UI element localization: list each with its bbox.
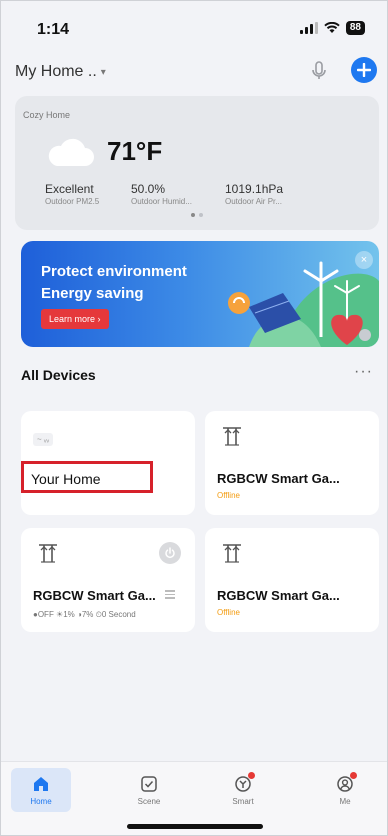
promo-banner[interactable]: Protect environment Energy saving Learn … xyxy=(21,241,379,347)
tab-label: Scene xyxy=(137,796,161,806)
home-selector[interactable]: My Home .. ▾ xyxy=(15,63,106,81)
menu-icon[interactable] xyxy=(165,590,175,601)
device-name: RGBCW Smart Ga... xyxy=(33,588,156,603)
smart-icon xyxy=(234,771,255,793)
pm25-label: Outdoor PM2.5 xyxy=(45,197,100,206)
garden-light-icon xyxy=(223,544,241,563)
power-icon xyxy=(165,547,175,559)
garden-light-icon xyxy=(39,544,57,563)
notification-badge xyxy=(350,771,357,779)
home-name: My Home .. xyxy=(15,63,97,80)
battery-icon: 88 xyxy=(345,21,365,35)
banner-subtitle: Energy saving xyxy=(41,285,144,302)
device-thumbnail-icon: ~ ᵥᵥ xyxy=(33,433,54,446)
pressure-value: 1019.1hPa xyxy=(225,182,284,196)
scene-icon xyxy=(141,775,157,792)
more-options-icon[interactable]: ··· xyxy=(354,363,373,381)
status-time: 1:14 xyxy=(37,21,70,38)
device-card-rgbcw-3[interactable]: RGBCW Smart Ga... Offline xyxy=(205,528,379,632)
device-card-rgbcw-2[interactable]: RGBCW Smart Ga... ●OFF ☀1% ◑7% ⏲0 Second xyxy=(21,528,195,632)
notification-badge xyxy=(248,771,255,779)
tab-label: Home xyxy=(30,796,52,806)
weather-card[interactable]: Cozy Home 71°F Excellent Outdoor PM2.5 5… xyxy=(15,96,379,230)
tab-label: Smart xyxy=(232,796,254,806)
temperature: 71°F xyxy=(107,136,163,166)
section-title: All Devices xyxy=(21,367,96,383)
pressure-label: Outdoor Air Pr... xyxy=(225,197,282,206)
status-bar: 1:14 88 xyxy=(1,1,387,51)
tab-label: Me xyxy=(339,796,351,806)
humidity-value: 50.0% xyxy=(131,182,166,196)
status-icons: 88 xyxy=(299,21,365,35)
weather-location: Cozy Home xyxy=(23,110,71,120)
garden-light-icon xyxy=(223,427,241,446)
device-status: Offline xyxy=(217,491,240,500)
power-button[interactable] xyxy=(159,542,181,564)
plus-icon xyxy=(357,63,371,77)
app-screen: 1:14 88 My Home .. ▾ Cozy Home 71°F Exce… xyxy=(0,0,388,836)
close-icon[interactable]: × xyxy=(355,251,373,269)
home-indicator xyxy=(127,824,263,829)
device-stats: ●OFF ☀1% ◑7% ⏲0 Second xyxy=(33,610,136,619)
learn-more-button[interactable]: Learn more › xyxy=(41,309,109,329)
me-icon xyxy=(336,771,357,793)
tab-bar: Home Scene Smart Me xyxy=(1,761,387,835)
banner-title: Protect environment xyxy=(41,263,187,280)
cloud-icon xyxy=(48,138,94,166)
home-icon xyxy=(34,776,48,791)
device-name: Your Home xyxy=(31,471,101,487)
chevron-down-icon: ▾ xyxy=(100,66,106,78)
wifi-icon xyxy=(324,22,340,33)
page-indicator xyxy=(191,213,203,217)
tab-smart[interactable]: Smart xyxy=(213,768,273,812)
device-name: RGBCW Smart Ga... xyxy=(217,588,340,603)
device-card-your-home[interactable]: ~ ᵥᵥ Your Home xyxy=(21,411,195,515)
device-status: Offline xyxy=(217,608,240,617)
tab-me[interactable]: Me xyxy=(315,768,375,812)
microphone-icon[interactable] xyxy=(307,59,331,83)
device-name: RGBCW Smart Ga... xyxy=(217,471,340,486)
tab-home[interactable]: Home xyxy=(11,768,71,812)
signal-icon xyxy=(299,22,318,34)
humidity-label: Outdoor Humid... xyxy=(131,197,192,206)
device-card-rgbcw-1[interactable]: RGBCW Smart Ga... Offline xyxy=(205,411,379,515)
add-device-button[interactable] xyxy=(351,57,377,83)
tab-scene[interactable]: Scene xyxy=(119,768,179,812)
pm25-value: Excellent xyxy=(45,182,94,196)
